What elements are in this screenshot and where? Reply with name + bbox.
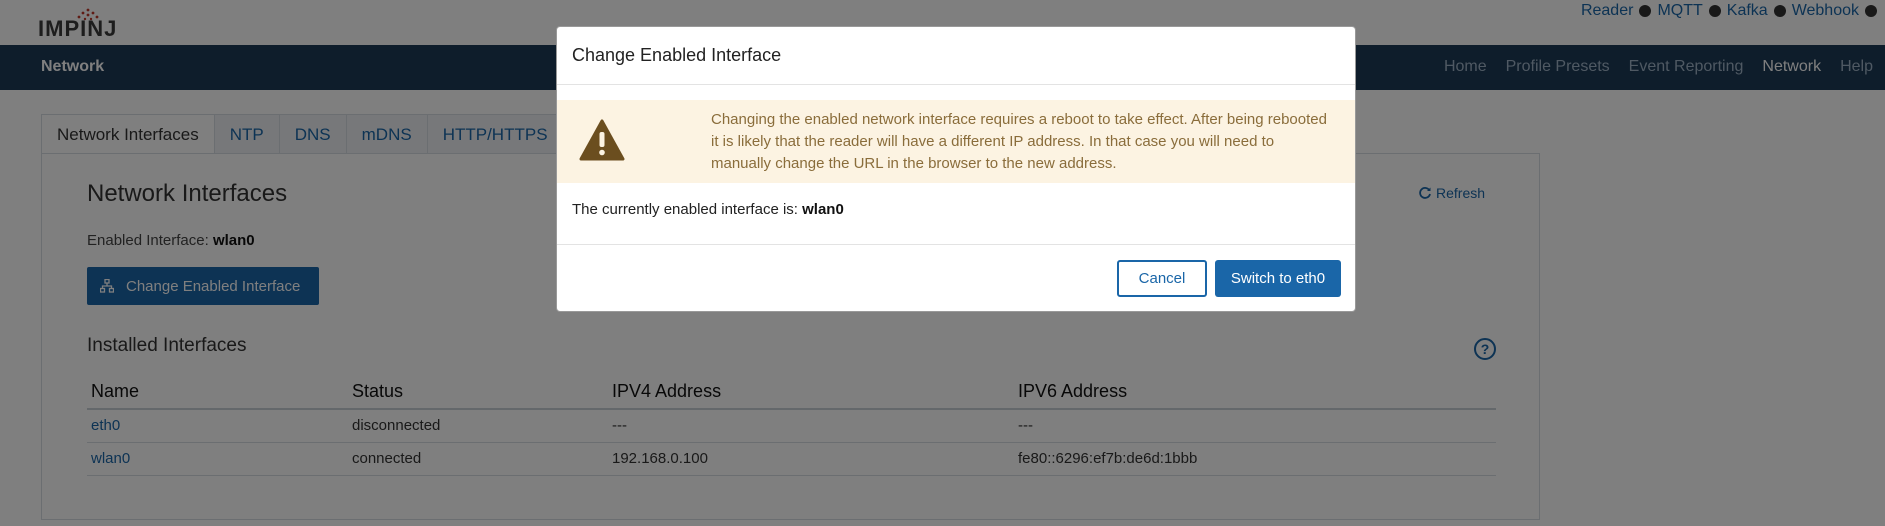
- warning-text: Changing the enabled network interface r…: [711, 111, 1327, 172]
- modal-footer-divider: [557, 244, 1355, 245]
- current-interface-value: wlan0: [802, 201, 844, 218]
- switch-interface-button[interactable]: Switch to eth0: [1215, 260, 1341, 297]
- modal-title: Change Enabled Interface: [572, 45, 782, 65]
- current-interface-label: The currently enabled interface is:: [572, 201, 798, 218]
- cancel-button[interactable]: Cancel: [1117, 260, 1207, 297]
- change-interface-modal: Change Enabled Interface Changing the en…: [556, 26, 1356, 312]
- warning-icon: [579, 119, 625, 161]
- modal-divider: [557, 84, 1355, 85]
- warning-alert: Changing the enabled network interface r…: [557, 100, 1355, 183]
- current-interface-line: The currently enabled interface is: wlan…: [572, 201, 844, 218]
